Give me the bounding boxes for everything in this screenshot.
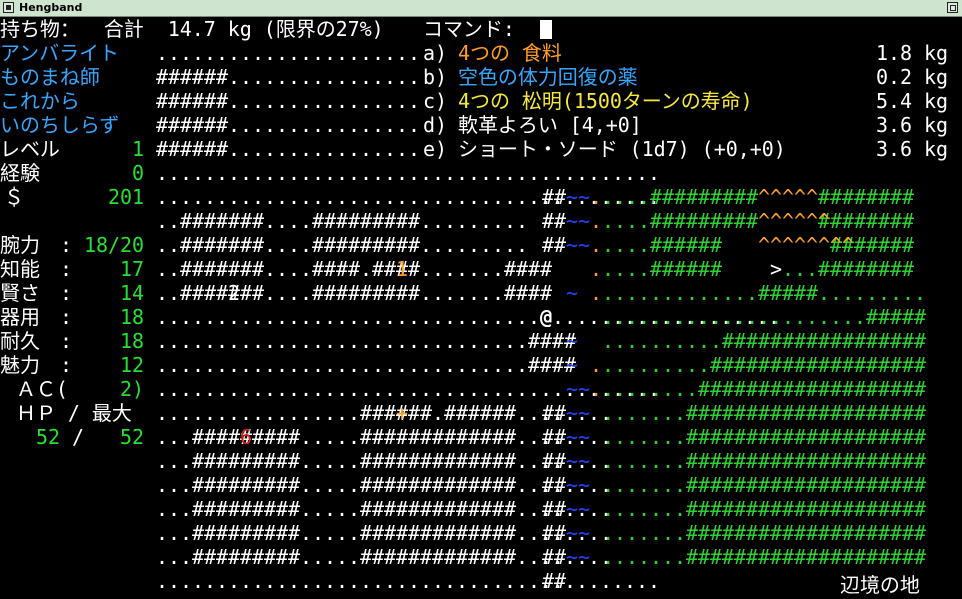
item-b-name[interactable]: 空色の体力回復の薬 — [458, 65, 638, 89]
command-prompt: コマンド: — [423, 17, 515, 41]
stat-sep: : — [60, 233, 73, 257]
item-d-name[interactable]: 軟革よろい [4,+0] — [458, 113, 642, 137]
wall-segment: ## — [542, 497, 567, 521]
lava-dots: . . . . . . . — [590, 185, 603, 401]
hp-value: 52 — [36, 425, 61, 449]
hp-label: ＨＰ / 最大 — [16, 401, 132, 425]
char-title-1: これから — [0, 89, 80, 113]
level-value: 1 — [132, 137, 145, 161]
game-terminal[interactable]: 持ち物： 合計 14.7 kg (限界の27%) コマンド: アンバライト もの… — [0, 17, 962, 599]
store-2[interactable]: 2 — [228, 281, 240, 305]
item-a-key[interactable]: a) — [423, 41, 447, 65]
water-column: ~~ ~~ ~~ ~ ~ ~ ~~ ~~ ~~ ~~ ~~ ~~ ~~ ~~ — [566, 185, 591, 569]
item-e-key[interactable]: e) — [423, 137, 447, 161]
wall-segment: ## — [542, 425, 567, 449]
stat-wis-value: 14 — [120, 281, 145, 305]
stat-cha-value: 12 — [120, 353, 145, 377]
stat-sep: : — [60, 353, 73, 377]
item-d-weight: 3.6 kg — [876, 113, 949, 137]
ac-label: ＡＣ( — [16, 377, 68, 401]
stat-wis-label: 賢さ — [0, 281, 40, 305]
item-d-key[interactable]: d) — [423, 113, 447, 137]
location-name: 辺境の地 — [840, 573, 920, 597]
ac-value: 2) — [120, 377, 145, 401]
gold-label: ＄ — [4, 185, 24, 209]
wall-segment: ## — [542, 545, 567, 569]
gold-value: 201 — [108, 185, 145, 209]
stat-str-label: 腕力 — [0, 233, 40, 257]
player-icon: @ — [540, 305, 553, 329]
item-c-weight: 5.4 kg — [876, 89, 949, 113]
inventory-header: 持ち物： 合計 14.7 kg (限界の27%) — [0, 17, 384, 41]
stat-con-label: 耐久 — [0, 329, 40, 353]
stat-dex-value: 18 — [120, 305, 145, 329]
store-6[interactable]: 6 — [240, 425, 252, 449]
hp-separator: / — [72, 425, 85, 449]
wall-segment: ## — [542, 473, 567, 497]
lava-pool: ^^^^^ ^^^^^^ ^^^^^^^^ — [758, 185, 855, 257]
item-b-key[interactable]: b) — [423, 65, 447, 89]
stat-int-value: 17 — [120, 257, 145, 281]
stat-sep: : — [60, 281, 73, 305]
stat-sep: : — [60, 305, 73, 329]
stat-sep: : — [60, 257, 73, 281]
stat-str-value: 18/20 — [84, 233, 145, 257]
stat-int-label: 知能 — [0, 257, 40, 281]
wall-segment: ## — [542, 209, 567, 233]
door-icon[interactable]: + — [396, 401, 408, 425]
text-cursor — [540, 20, 552, 39]
hp-max-value: 52 — [120, 425, 145, 449]
char-title-2: いのちしらず — [0, 113, 120, 137]
item-a-weight: 1.8 kg — [876, 41, 949, 65]
wall-segment: ## — [542, 233, 567, 257]
item-e-weight: 3.6 kg — [876, 137, 949, 161]
item-c-key[interactable]: c) — [423, 89, 447, 113]
wall-segment: ## — [542, 185, 567, 209]
wall-segment: ## — [542, 449, 567, 473]
item-c-name[interactable]: 4つの 松明(1500ターンの寿命) — [458, 89, 753, 113]
item-a-name[interactable]: 4つの 食料 — [458, 41, 562, 65]
item-b-weight: 0.2 kg — [876, 65, 949, 89]
wall-segment: ## — [542, 521, 567, 545]
title-bar: Hengband — [0, 0, 962, 17]
stat-cha-label: 魅力 — [0, 353, 40, 377]
wall-segment: ## — [542, 401, 567, 425]
store-1[interactable]: 1 — [396, 257, 408, 281]
item-e-name[interactable]: ショート・ソード (1d7) (+0,+0) — [458, 137, 786, 161]
exp-value: 0 — [132, 161, 145, 185]
stat-dex-label: 器用 — [0, 305, 40, 329]
char-class: ものまね師 — [0, 65, 100, 89]
exp-label: 経験 — [0, 161, 40, 185]
window-title: Hengband — [19, 1, 83, 14]
wall-segment: ## — [542, 569, 567, 593]
stat-con-value: 18 — [120, 329, 145, 353]
close-box-icon[interactable] — [3, 2, 14, 13]
stairs-icon[interactable]: > — [770, 257, 782, 281]
level-label: レベル — [0, 137, 60, 161]
stat-sep: : — [60, 329, 73, 353]
maximize-box-icon[interactable] — [947, 2, 958, 13]
char-race: アンバライト — [0, 41, 119, 65]
